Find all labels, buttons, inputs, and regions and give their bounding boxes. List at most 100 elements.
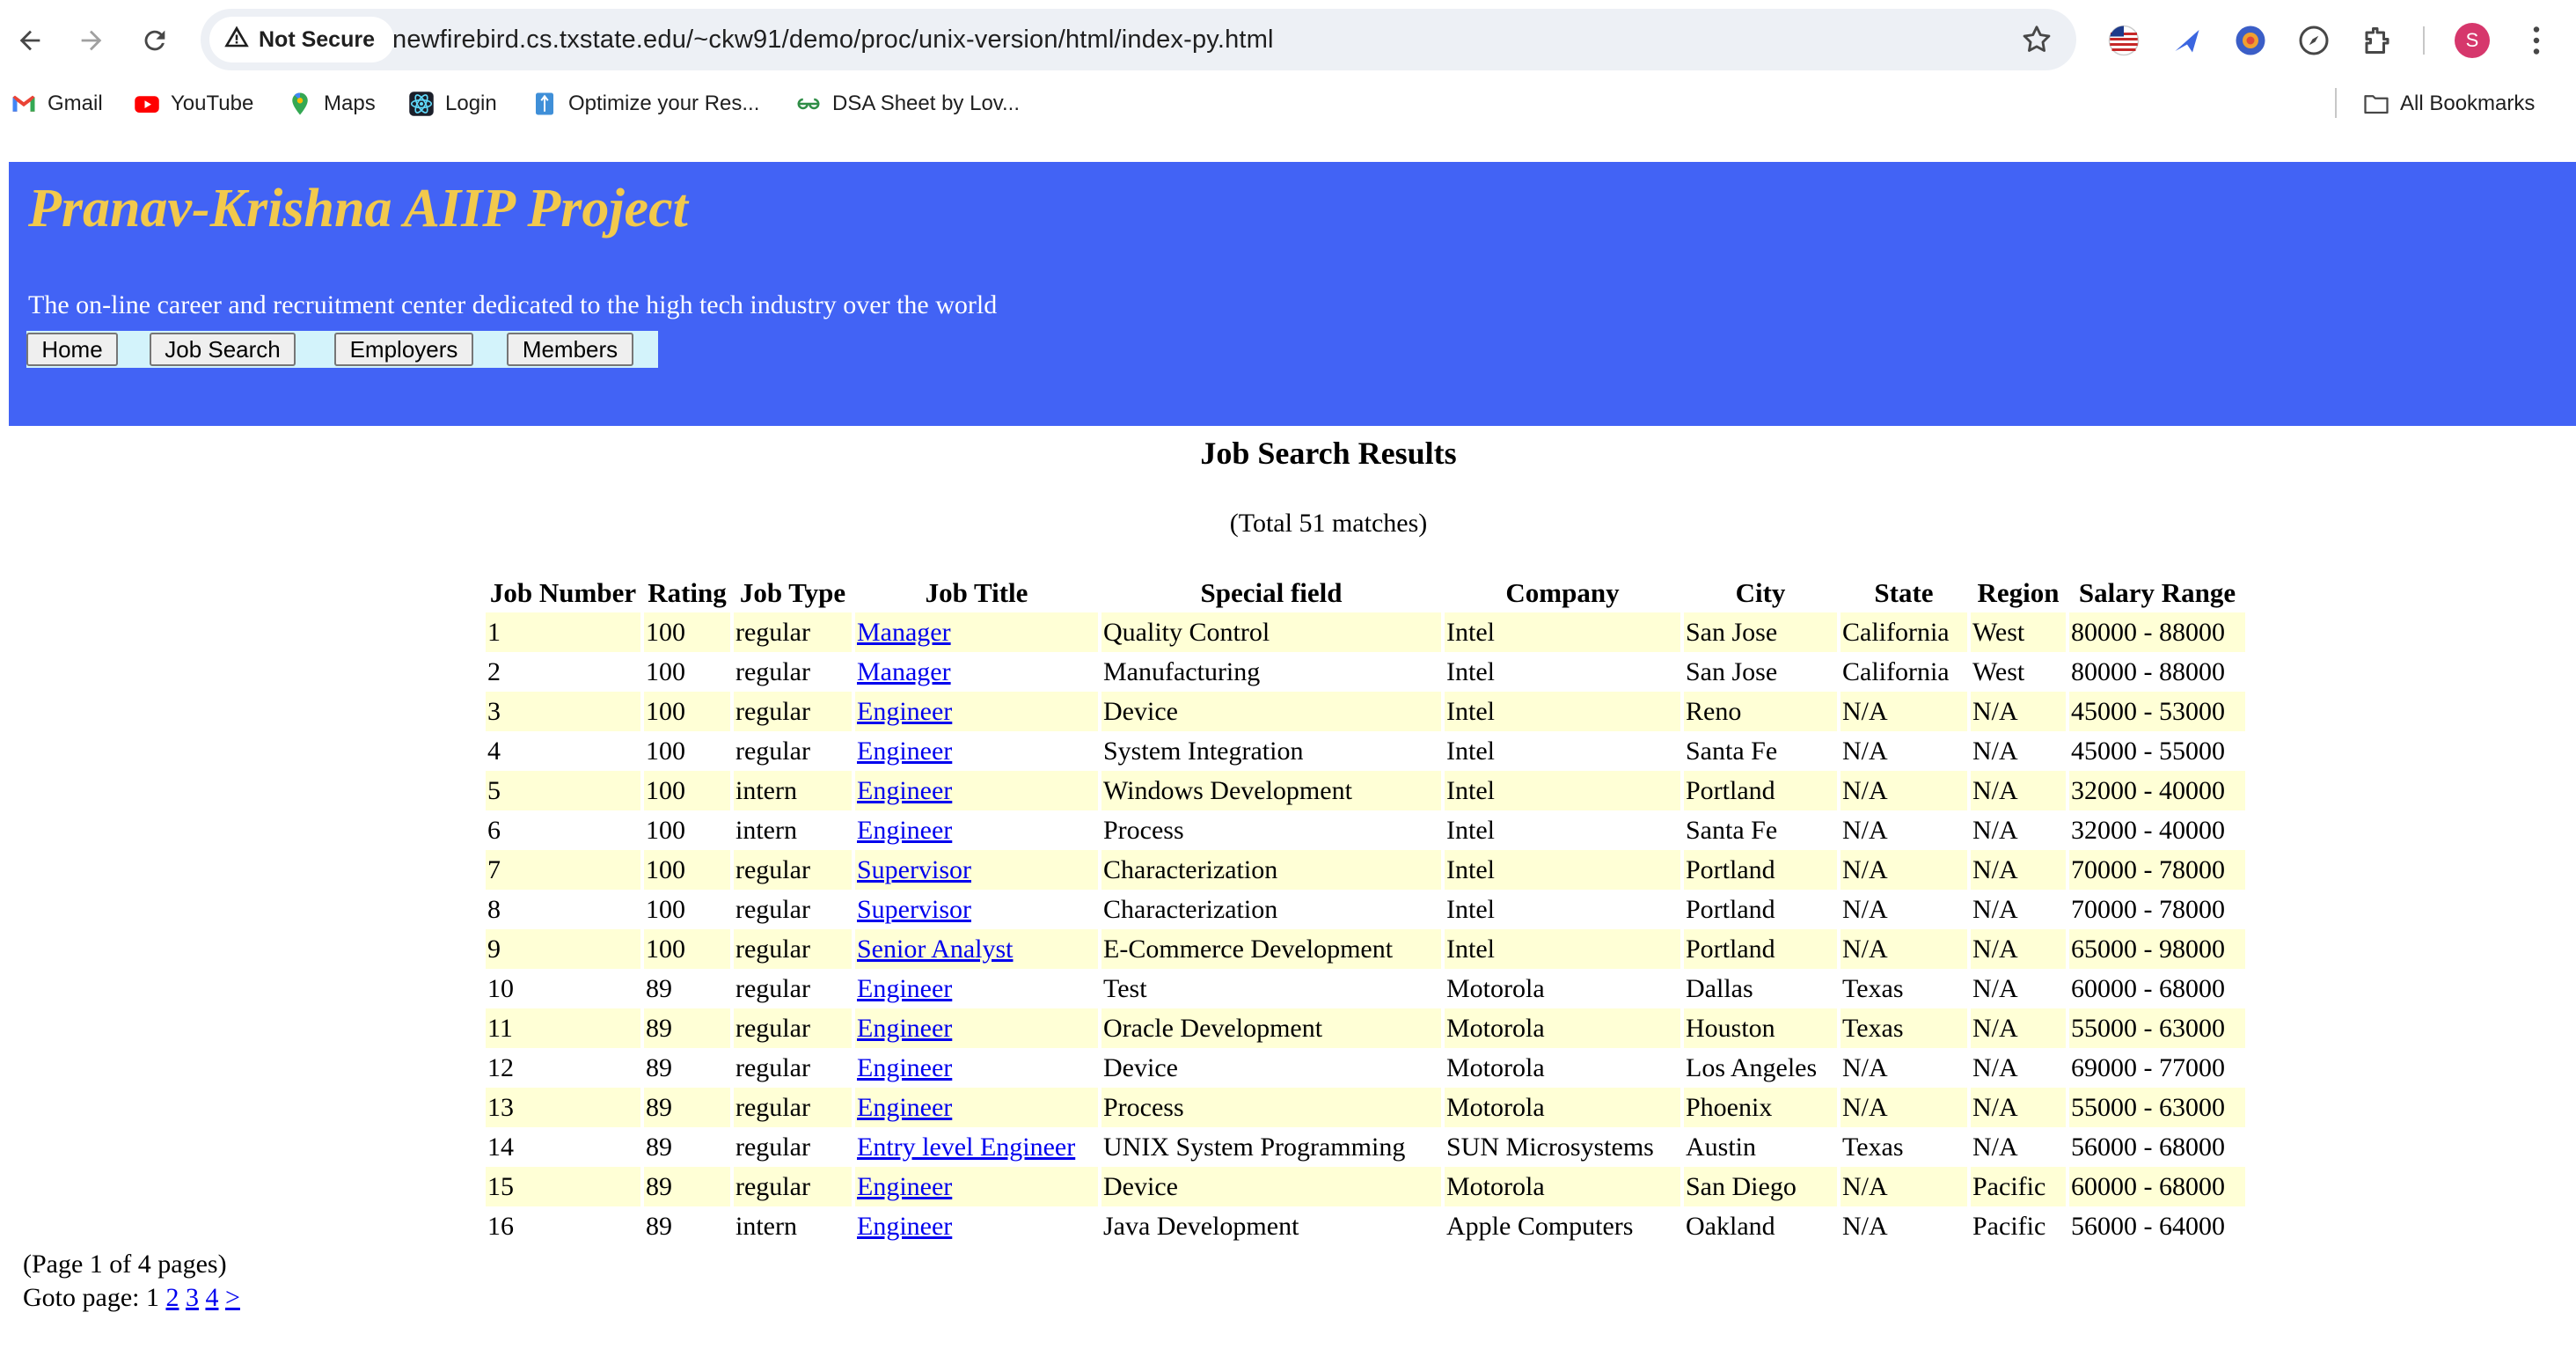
cell-region: N/A [1972,973,2018,1003]
job-title-link[interactable]: Engineer [857,697,952,726]
security-chip[interactable]: Not Secure [209,17,394,62]
results-table: Job Number Rating Job Type Job Title Special… [482,574,2249,1246]
cell-job-title: Engineer [855,692,1098,731]
cell-city: Dallas [1686,973,1753,1003]
cell-job-title: Engineer [855,1088,1098,1127]
bookmark-label: Login [445,92,497,115]
table-row: 5 100 intern Engineer Windows Development Int… [486,771,2245,810]
home-button[interactable]: Home [26,333,118,366]
cell-city: San Jose [1684,612,1837,652]
cell-state: N/A [1841,771,1967,810]
cell-salary-range: 55000 - 63000 [2069,1008,2245,1048]
bookmark-maps[interactable]: Maps [287,88,376,120]
job-title-link[interactable]: Engineer [857,1093,952,1122]
forward-arrow-icon[interactable] [70,19,113,62]
cell-job-number: 5 [486,771,640,810]
job-title-link[interactable]: Engineer [857,974,952,1003]
job-title-link[interactable]: Engineer [857,816,952,845]
back-arrow-icon[interactable] [9,19,51,62]
document-icon [531,91,558,117]
job-title-link[interactable]: Entry level Engineer [857,1133,1075,1162]
reload-icon[interactable] [134,19,176,62]
job-title-link[interactable]: Senior Analyst [857,935,1014,964]
cell-rating: 100 [646,894,685,924]
job-title-link[interactable]: Engineer [857,776,952,805]
cell-company: Intel [1445,692,1680,731]
job-title-link[interactable]: Supervisor [857,895,971,924]
extension-circle-icon[interactable] [2231,21,2270,60]
cell-company: Motorola [1445,1167,1680,1206]
bookmark-login[interactable]: Login [408,88,497,120]
gmail-icon [11,91,37,117]
cell-job-type: regular [735,1132,810,1162]
compass-icon[interactable] [2294,21,2333,60]
us-flag-icon[interactable] [2104,21,2143,60]
puzzle-icon[interactable] [2358,21,2397,60]
cell-job-title: Engineer [855,969,1098,1008]
cell-rating: 100 [644,692,730,731]
table-row: 3 100 regular Engineer Device Intel Reno N/A N/A… [486,692,2245,731]
employers-button[interactable]: Employers [334,333,473,366]
cell-city: Austin [1686,1132,1757,1162]
bookmark-optimize[interactable]: Optimize your Res... [531,88,759,120]
cell-state: N/A [1842,1052,1888,1082]
job-title-link[interactable]: Engineer [857,1172,952,1201]
cell-salary-range: 45000 - 55000 [2071,736,2225,766]
page-link[interactable]: 4 [205,1283,218,1312]
menu-dots-icon[interactable] [2523,23,2550,58]
cell-city: Portland [1684,850,1837,890]
cell-company: Intel [1445,850,1680,890]
cell-job-title: Supervisor [855,850,1098,890]
cell-special-field: Quality Control [1101,612,1441,652]
job-search-button[interactable]: Job Search [150,333,296,366]
page-link[interactable]: 3 [186,1283,199,1312]
cell-company: Motorola [1446,973,1545,1003]
address-bar[interactable]: Not Secure newfirebird.cs.txstate.edu/~c… [201,9,2076,70]
cell-salary-range: 60000 - 68000 [2069,1167,2245,1206]
bookmark-gmail[interactable]: Gmail [11,88,103,120]
table-header-row: Job Number Rating Job Type Job Title Special… [486,574,2245,612]
cell-job-type: regular [734,1167,852,1206]
cell-job-number: 6 [487,815,501,845]
cell-state: N/A [1841,850,1967,890]
all-bookmarks-label: All Bookmarks [2400,92,2536,115]
page-link[interactable]: > [225,1283,240,1312]
send-icon[interactable] [2168,21,2206,60]
cell-state: California [1841,612,1967,652]
job-title-link[interactable]: Engineer [857,1053,952,1082]
cell-job-number: 15 [486,1167,640,1206]
cell-job-type: regular [735,1052,810,1082]
cell-salary-range: 70000 - 78000 [2071,894,2225,924]
job-title-link[interactable]: Manager [857,618,951,647]
all-bookmarks[interactable]: All Bookmarks [2363,88,2535,120]
job-title-link[interactable]: Engineer [857,1014,952,1043]
bookmarks-divider [2335,88,2337,118]
bookmark-dsa[interactable]: DSA Sheet by Lov... [795,88,1020,120]
cell-job-type: regular [735,973,810,1003]
cell-special-field: Device [1103,1052,1178,1082]
bookmarks-bar: Gmail YouTube Maps Login Optimize your R… [0,81,2576,127]
table-row: 14 89 regular Entry level Engineer UNIX Syst… [486,1127,2245,1167]
cell-rating: 89 [646,1132,672,1162]
profile-avatar[interactable]: S [2455,23,2490,58]
cell-company: Motorola [1445,1088,1680,1127]
job-title-link[interactable]: Supervisor [857,855,971,884]
cell-city: Los Angeles [1686,1052,1818,1082]
toolbar-divider [2423,26,2425,55]
folder-icon [2363,91,2389,117]
cell-region: N/A [1972,894,2018,924]
cell-state: California [1842,656,1950,686]
cell-job-type: regular [734,612,852,652]
url-text[interactable]: newfirebird.cs.txstate.edu/~ckw91/demo/p… [392,26,1274,55]
cell-special-field: E-Commerce Development [1101,929,1441,969]
star-icon[interactable] [2020,23,2053,56]
cell-job-number: 14 [487,1132,514,1162]
page-link[interactable]: 2 [165,1283,179,1312]
members-button[interactable]: Members [507,333,633,366]
job-title-link[interactable]: Manager [857,657,951,686]
job-title-link[interactable]: Engineer [857,737,952,766]
cell-rating: 89 [646,1052,672,1082]
cell-job-type: regular [734,1008,852,1048]
bookmark-youtube[interactable]: YouTube [134,88,253,120]
job-title-link[interactable]: Engineer [857,1212,952,1241]
